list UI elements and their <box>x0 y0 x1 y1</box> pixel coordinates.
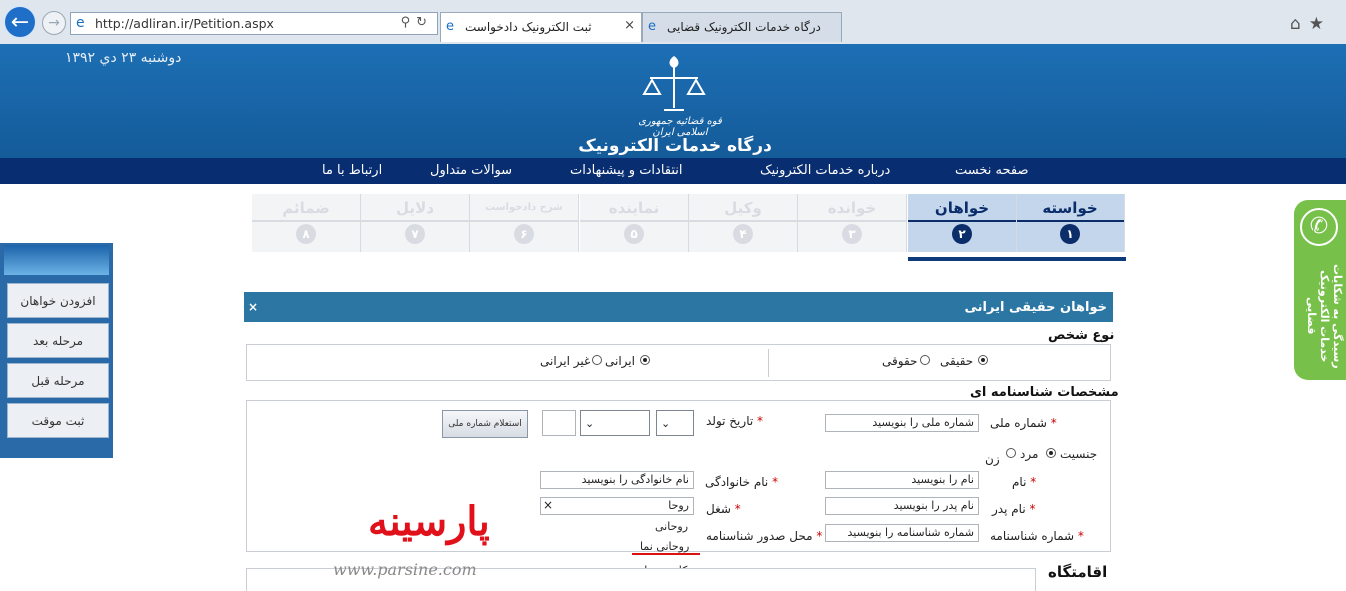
label-male: مرد <box>1020 447 1039 461</box>
close-icon[interactable]: × <box>248 300 258 314</box>
ie-logo-icon: e <box>446 19 454 34</box>
id-number-label: * شماره شناسنامه <box>990 529 1084 543</box>
step-attachments[interactable]: ضمائم ۸ <box>252 194 361 252</box>
action-sidebar: افزودن خواهان مرحله بعد مرحله قبل ثبت مو… <box>0 243 113 458</box>
url-text: http://adliran.ir/Petition.aspx <box>95 16 274 31</box>
name-label: * نام <box>1012 475 1037 489</box>
gender-label: جنسیت <box>1060 447 1098 461</box>
job-input[interactable]: روحا <box>540 497 694 515</box>
national-code-inquiry-button[interactable]: استعلام شماره ملی <box>442 410 528 438</box>
ie-logo-icon: e <box>648 19 656 34</box>
chevron-down-icon: ⌄ <box>661 417 671 430</box>
radio-non-iranian[interactable] <box>592 355 602 365</box>
step-plaintiff[interactable]: خواهان ۲ <box>908 194 1017 252</box>
step-defendant[interactable]: خوانده ۳ <box>798 194 907 252</box>
birth-date-label: * تاریخ تولد <box>706 414 764 428</box>
person-type-title: نوع شخص <box>1048 328 1115 343</box>
id-number-input[interactable]: شماره شناسنامه را بنویسید <box>825 524 979 542</box>
father-name-input[interactable]: نام پدر را بنویسید <box>825 497 979 515</box>
birth-month-select[interactable]: ⌄ <box>580 410 650 436</box>
family-name-input[interactable]: نام خانوادگی را بنویسید <box>540 471 694 489</box>
step-request[interactable]: خواسته ۱ <box>1016 194 1125 252</box>
radio-female[interactable] <box>1006 448 1016 458</box>
label-iranian: ایرانی <box>605 354 635 368</box>
search-icon[interactable]: ⚲ <box>401 15 417 30</box>
national-code-input[interactable]: شماره ملی را بنویسید <box>825 414 979 432</box>
radio-male[interactable] <box>1046 448 1056 458</box>
step-lawyer[interactable]: وکیل ۴ <box>689 194 798 252</box>
job-suggestion-item[interactable]: روحانی نما <box>640 540 689 553</box>
parsine-logo: پارسینه <box>368 498 490 545</box>
name-input[interactable]: نام را بنویسید <box>825 471 979 489</box>
site-header: دوشنبه ۲۳ دي ۱۳۹۲ قوه قضائیه جمهوری اسلا… <box>0 44 1346 176</box>
label-non-iranian: غیر ایرانی <box>540 354 591 368</box>
label-female: زن <box>985 452 1000 466</box>
menu-item-home[interactable]: صفحه نخست <box>955 163 1028 178</box>
sidebar-banner <box>4 245 109 275</box>
radio-legal-person[interactable] <box>920 355 930 365</box>
tab-petition[interactable]: e ثبت الکترونیک دادخواست × <box>440 12 642 42</box>
step-representative[interactable]: نماینده ۵ <box>580 194 689 252</box>
forward-arrow-icon[interactable]: → <box>42 11 66 35</box>
complaint-text: رسیدگی به شکایات خدمات الکترونیک قضایی <box>1305 263 1344 369</box>
panel-header: خواهان حقیقی ایرانی × <box>244 292 1113 322</box>
active-step-underline <box>908 257 1126 261</box>
clear-icon[interactable]: × <box>543 498 553 512</box>
radio-iranian[interactable] <box>640 355 650 365</box>
chevron-down-icon: ⌄ <box>585 417 595 430</box>
menu-item-about[interactable]: درباره خدمات الکترونیک <box>760 163 890 178</box>
menu-item-faq[interactable]: سوالات متداول <box>430 163 512 178</box>
current-date: دوشنبه ۲۳ دي ۱۳۹۲ <box>65 50 182 66</box>
steps-wizard: خواسته ۱ خواهان ۲ خوانده ۳ وکیل ۴ نماینده ۵ ش… <box>252 194 1126 254</box>
menu-item-contact[interactable]: ارتباط با ما <box>322 163 382 178</box>
close-icon[interactable]: × <box>624 18 635 33</box>
tab-title: درگاه خدمات الکترونیک قضایی <box>667 20 821 34</box>
parsine-url: www.parsine.com <box>333 560 477 579</box>
job-label: * شغل <box>706 502 741 516</box>
label-legal-person: حقوقی <box>882 354 918 368</box>
previous-step-button[interactable]: مرحله قبل <box>7 363 109 398</box>
birth-year-input[interactable] <box>542 410 576 436</box>
refresh-icon[interactable]: ↻ <box>416 15 433 30</box>
star-icon[interactable]: ★ <box>1309 14 1332 34</box>
step-evidence[interactable]: دلایل ۷ <box>361 194 470 252</box>
address-bar[interactable]: e http://adliran.ir/Petition.aspx ⚲↻ <box>70 12 438 35</box>
family-name-label: * نام خانوادگی <box>705 475 779 489</box>
back-arrow-icon[interactable]: ← <box>3 5 37 39</box>
job-suggestion-item[interactable]: روحانی <box>655 520 688 533</box>
national-code-label: * شماره ملی <box>990 416 1057 430</box>
issue-place-label: * محل صدور شناسنامه <box>706 529 823 543</box>
judiciary-emblem-icon <box>642 56 706 111</box>
address-title: اقامتگاه <box>1048 563 1108 581</box>
complaint-side-tab[interactable]: ✆ رسیدگی به شکایات خدمات الکترونیک قضایی <box>1294 200 1346 380</box>
judiciary-text: قوه قضائیه جمهوری اسلامی ایران <box>638 116 722 138</box>
tab-portal[interactable]: e درگاه خدمات الکترونیک قضایی <box>642 12 842 42</box>
label-real-person: حقیقی <box>940 354 974 368</box>
highlight-underline <box>632 553 700 555</box>
radio-real-person[interactable] <box>978 355 988 365</box>
panel-title: خواهان حقیقی ایرانی <box>964 300 1107 315</box>
browser-toolbar: ← → e http://adliran.ir/Petition.aspx ⚲↻… <box>0 0 1346 45</box>
main-menu: صفحه نخست درباره خدمات الکترونیک انتقادا… <box>0 158 1346 184</box>
step-description[interactable]: شرح دادخواست ۶ <box>470 194 579 252</box>
temp-save-button[interactable]: ثبت موقت <box>7 403 109 438</box>
phone-icon: ✆ <box>1300 208 1338 246</box>
identity-title: مشخصات شناسنامه ای <box>970 385 1119 400</box>
home-icon[interactable]: ⌂ <box>1290 14 1309 34</box>
father-name-label: * نام پدر <box>992 502 1036 516</box>
next-step-button[interactable]: مرحله بعد <box>7 323 109 358</box>
add-plaintiff-button[interactable]: افزودن خواهان <box>7 283 109 318</box>
tab-title: ثبت الکترونیک دادخواست <box>465 20 592 34</box>
birth-day-select[interactable]: ⌄ <box>656 410 694 436</box>
menu-item-feedback[interactable]: انتقادات و پیشنهادات <box>570 163 683 178</box>
ie-logo-icon: e <box>76 15 85 31</box>
